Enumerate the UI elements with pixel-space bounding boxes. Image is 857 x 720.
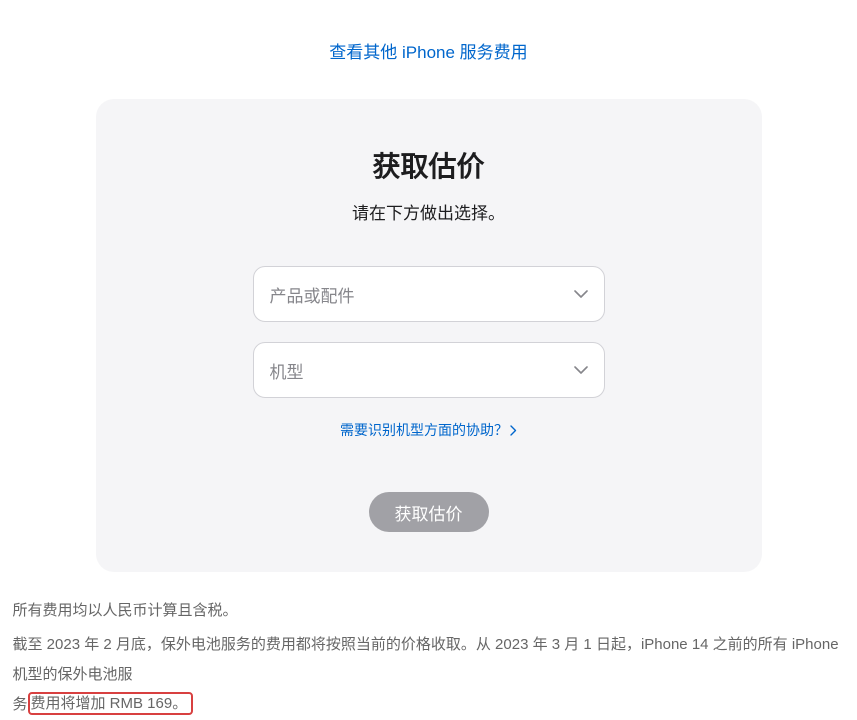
model-select-placeholder: 机型 [270, 358, 304, 383]
product-select-placeholder: 产品或配件 [270, 282, 355, 307]
chevron-right-icon [510, 425, 517, 436]
footer-line1: 所有费用均以人民币计算且含税。 [13, 596, 845, 626]
price-increase-highlight: 费用将增加 RMB 169。 [28, 692, 194, 715]
footer-line2: 截至 2023 年 2 月底，保外电池服务的费用都将按照当前的价格收取。从 20… [13, 630, 845, 720]
other-services-link[interactable]: 查看其他 iPhone 服务费用 [0, 38, 857, 63]
model-select-wrapper: 机型 [253, 342, 605, 398]
estimate-card: 获取估价 请在下方做出选择。 产品或配件 机型 需要识别机型方面的协助？ [96, 99, 762, 572]
product-select-wrapper: 产品或配件 [253, 266, 605, 322]
identify-model-help-link[interactable]: 需要识别机型方面的协助？ [340, 420, 517, 440]
product-select[interactable]: 产品或配件 [253, 266, 605, 322]
card-subtitle: 请在下方做出选择。 [136, 199, 722, 224]
get-estimate-button[interactable]: 获取估价 [369, 492, 489, 532]
chevron-down-icon [574, 290, 588, 298]
card-title: 获取估价 [136, 145, 722, 185]
chevron-down-icon [574, 366, 588, 374]
model-select[interactable]: 机型 [253, 342, 605, 398]
footer-notes: 所有费用均以人民币计算且含税。 截至 2023 年 2 月底，保外电池服务的费用… [11, 596, 847, 720]
help-link-label: 需要识别机型方面的协助？ [340, 420, 508, 440]
